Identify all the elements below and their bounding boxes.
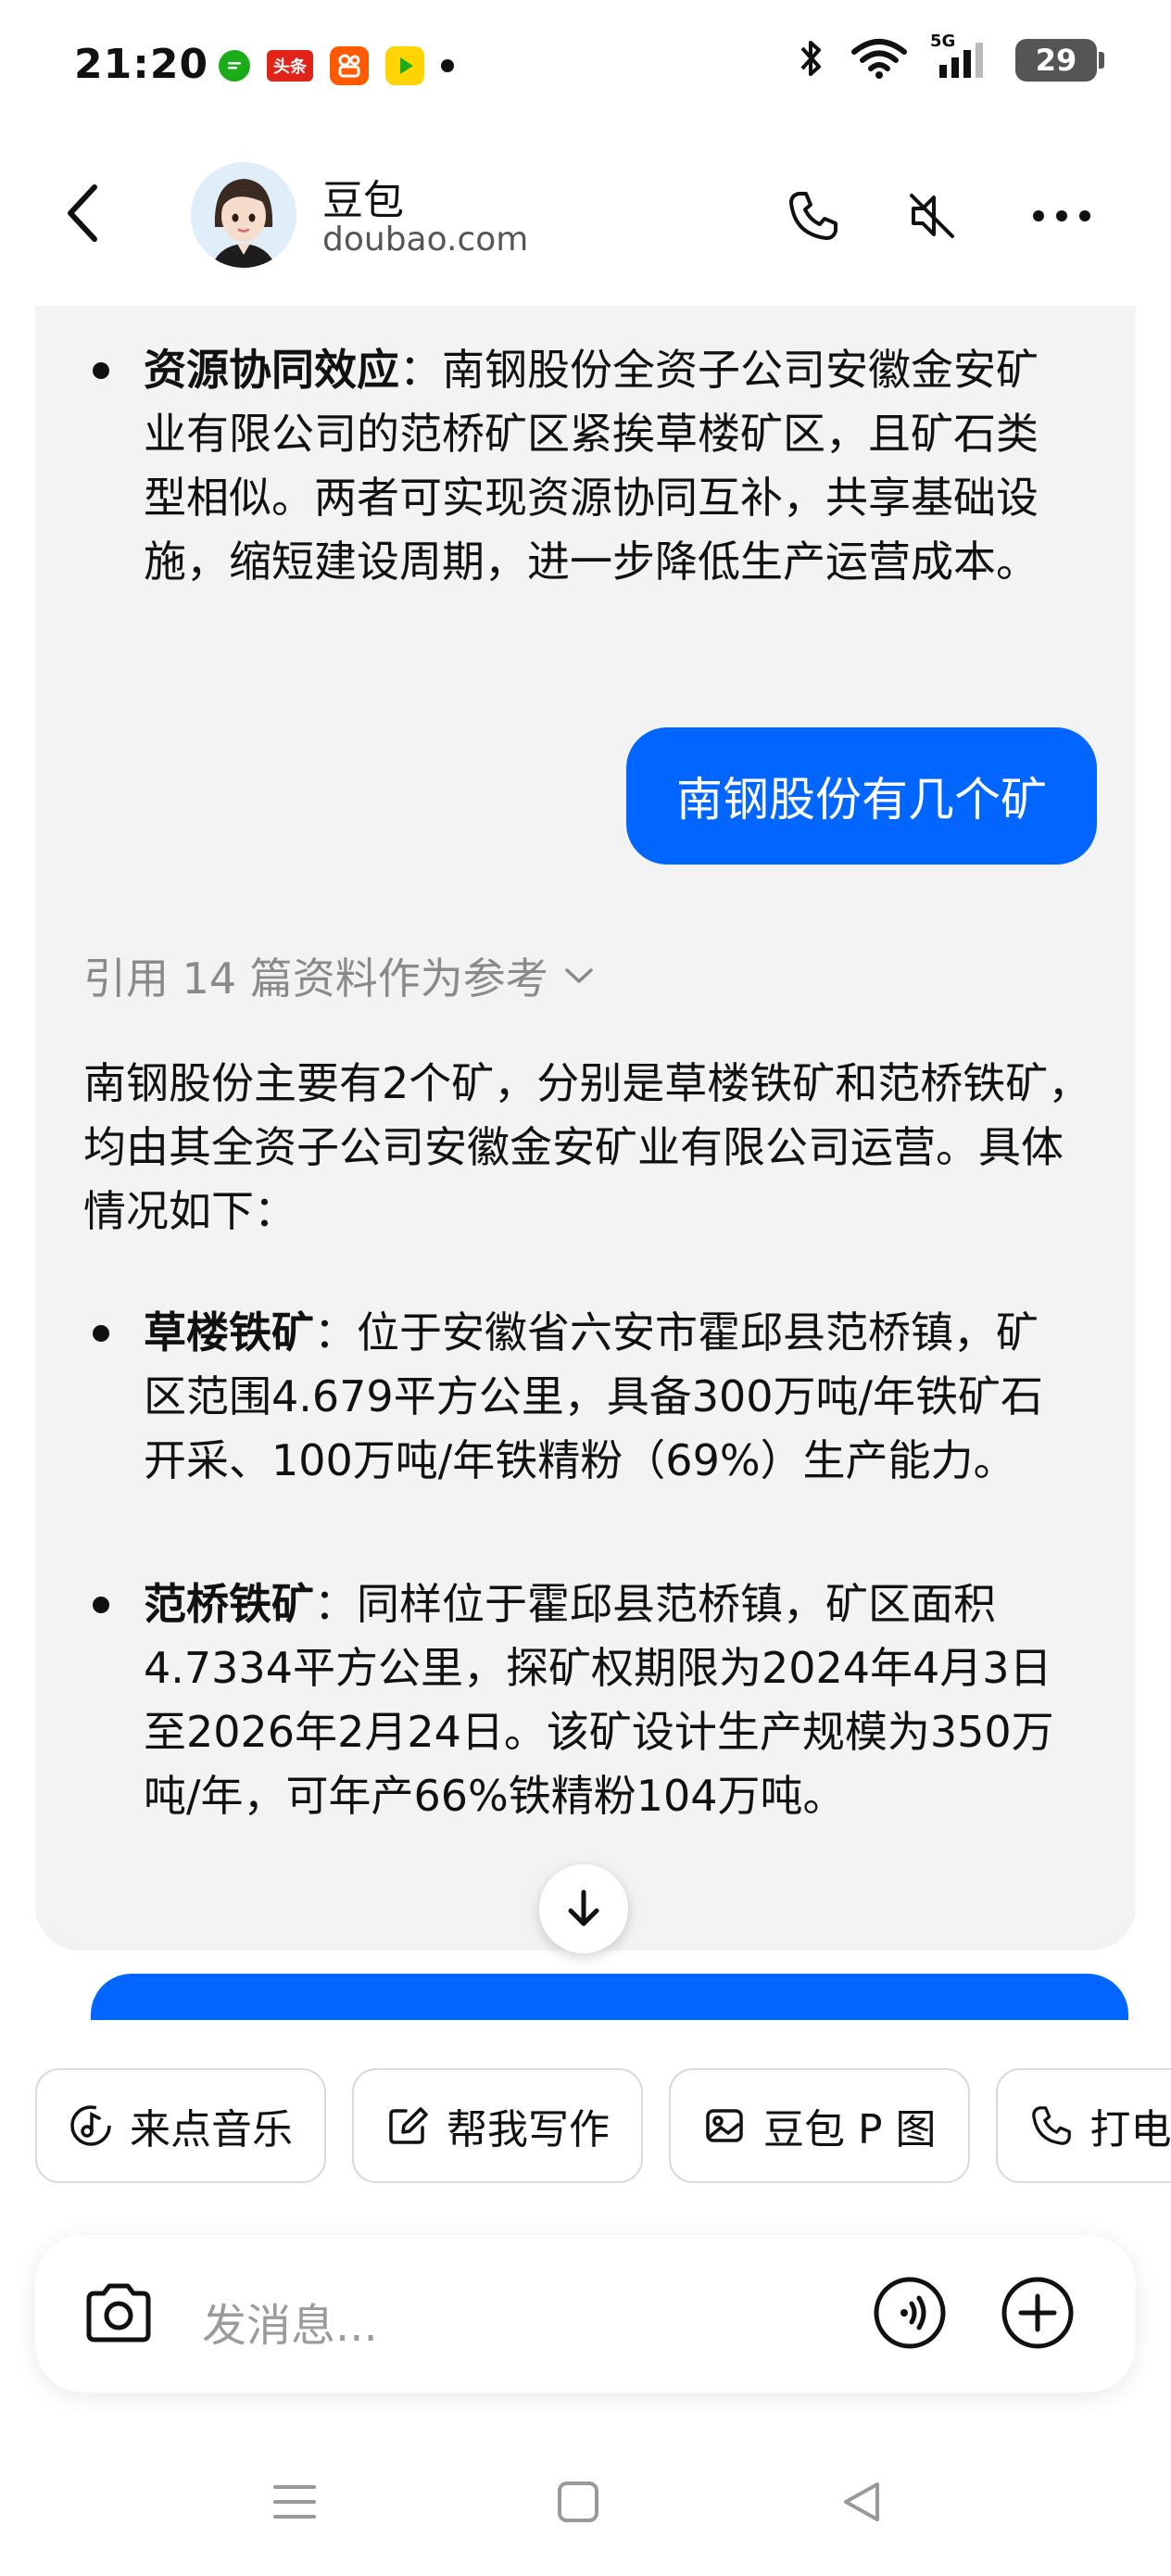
chevron-left-icon <box>68 184 97 242</box>
chip-label: 打电 <box>1089 2106 1171 2153</box>
toutiao-icon: 头条 <box>267 50 313 82</box>
status-bar: 21:20 头条 5G 29 <box>0 0 1171 139</box>
phone-icon <box>789 192 837 240</box>
reference-toggle[interactable]: 引用 14 篇资料作为参考 <box>83 945 595 1006</box>
user-message-text: 南钢股份有几个矿 <box>676 773 1047 827</box>
camera-icon <box>86 2283 151 2342</box>
home-square-icon <box>558 2481 598 2522</box>
call-button[interactable] <box>778 181 849 251</box>
cell-signal-icon: 5G <box>930 32 989 83</box>
system-icons: 5G 29 <box>797 32 1104 83</box>
bullet-dot <box>93 1597 109 1613</box>
voice-mute-button[interactable] <box>897 181 967 251</box>
chip-writing[interactable]: 帮我写作 <box>352 2068 643 2183</box>
music-icon <box>70 2105 111 2146</box>
add-attachment-button[interactable] <box>999 2274 1077 2352</box>
next-user-message-bubble[interactable] <box>91 1974 1128 2020</box>
wifi-icon <box>850 37 908 83</box>
previous-answer-bullet: 资源协同效应：南钢股份全资子公司安徽金安矿业有限公司的范桥矿区紧挨草楼矿区，且矿… <box>144 338 1070 594</box>
bullet-title: 范桥铁矿 <box>144 1579 314 1629</box>
chat-scroll-area[interactable]: 资源协同效应：南钢股份全资子公司安徽金安矿业有限公司的范桥矿区紧挨草楼矿区，且矿… <box>0 306 1171 2020</box>
bullet-title: 资源协同效应 <box>144 345 399 395</box>
chip-label: 豆包 P 图 <box>763 2106 937 2153</box>
notification-icons: 头条 <box>219 46 454 85</box>
more-notifications-icon <box>441 59 454 72</box>
chip-label: 帮我写作 <box>447 2106 610 2153</box>
more-options-button[interactable] <box>1026 181 1097 251</box>
nav-back-button[interactable] <box>825 2465 899 2539</box>
bot-domain: doubao.com <box>322 221 529 259</box>
edit-icon <box>389 2107 428 2144</box>
phone-icon <box>1031 2106 1071 2145</box>
wechat-icon <box>219 50 250 82</box>
chevron-down-icon <box>565 968 593 983</box>
avatar-image <box>191 162 296 268</box>
answer-bullet-caolou: 草楼铁矿：位于安徽省六安市霍邱县范桥镇，矿区范围4.679平方公里，具备300万… <box>144 1301 1070 1493</box>
network-type: 5G <box>930 32 956 51</box>
answer-intro: 南钢股份主要有2个矿，分别是草楼铁矿和范桥铁矿，均由其全资子公司安徽金安矿业有限… <box>83 1058 1091 1236</box>
back-triangle-icon <box>844 2482 879 2521</box>
answer-bullet-fanqiao: 范桥铁矿：同样位于霍邱县范桥镇，矿区面积4.7334平方公里，探矿权期限为202… <box>144 1572 1070 1828</box>
message-input[interactable]: 发消息... <box>202 2289 378 2354</box>
plus-circle-icon <box>1001 2277 1074 2349</box>
message-input-bar: 发消息... <box>35 2235 1136 2393</box>
image-edit-icon <box>706 2109 743 2142</box>
menu-icon <box>273 2485 316 2519</box>
bot-name: 豆包 <box>322 177 404 224</box>
back-button[interactable] <box>46 176 120 250</box>
video-app-icon <box>385 46 424 85</box>
nav-menu-button[interactable] <box>258 2465 332 2539</box>
bullet-dot <box>93 1325 109 1342</box>
voice-input-button[interactable] <box>871 2274 949 2352</box>
chip-image-edit[interactable]: 豆包 P 图 <box>669 2068 970 2183</box>
more-horizontal-icon <box>1033 210 1090 221</box>
avatar[interactable] <box>191 162 296 268</box>
arrow-down-icon <box>568 1889 599 1926</box>
status-time: 21:20 <box>74 41 209 88</box>
user-message-bubble[interactable]: 南钢股份有几个矿 <box>626 727 1097 865</box>
chat-header: 豆包 doubao.com <box>0 139 1171 306</box>
suggestion-chips-row[interactable]: 来点音乐 帮我写作 豆包 P 图 打电 <box>0 2068 1171 2183</box>
kuaishou-icon <box>330 46 369 85</box>
speaker-muted-icon <box>910 194 954 238</box>
bullet-dot <box>93 362 109 379</box>
chip-phone[interactable]: 打电 <box>995 2068 1171 2183</box>
battery-icon: 29 <box>1015 39 1104 82</box>
nav-home-button[interactable] <box>541 2465 615 2539</box>
chip-music[interactable]: 来点音乐 <box>35 2068 326 2183</box>
bluetooth-icon <box>797 37 825 83</box>
voice-wave-icon <box>874 2277 946 2349</box>
camera-button[interactable] <box>80 2274 157 2352</box>
reference-label: 引用 14 篇资料作为参考 <box>83 953 548 1004</box>
system-nav-bar <box>0 2428 1171 2576</box>
chip-label: 来点音乐 <box>130 2106 293 2153</box>
scroll-to-bottom-button[interactable] <box>539 1864 628 1953</box>
bullet-title: 草楼铁矿 <box>144 1307 314 1357</box>
